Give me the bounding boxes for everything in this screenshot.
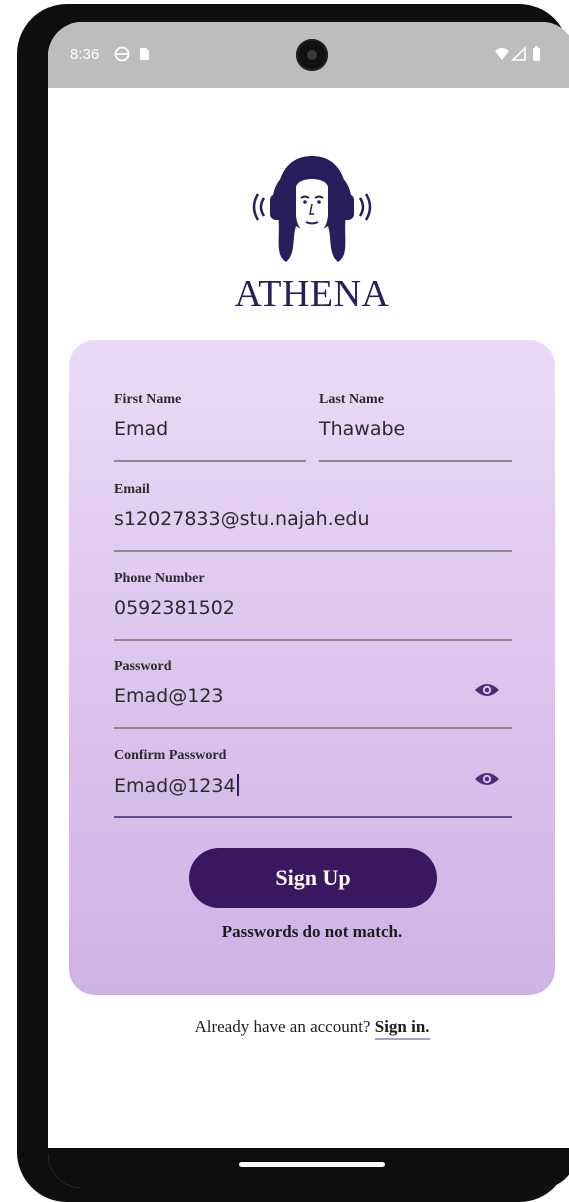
signal-icon: [511, 46, 526, 61]
password-underline: [114, 727, 512, 729]
signin-prompt: Already have an account? Sign in.: [48, 1017, 569, 1040]
first-name-field[interactable]: First Name Emad: [114, 392, 306, 462]
battery-icon: [533, 46, 540, 61]
sign-in-link[interactable]: Sign in.: [374, 1017, 430, 1040]
first-name-underline: [114, 460, 306, 462]
email-field[interactable]: Email s12027833@stu.najah.edu: [114, 482, 512, 552]
confirm-password-label: Confirm Password: [114, 748, 227, 763]
eye-icon[interactable]: [474, 770, 500, 788]
phone-field[interactable]: Phone Number 0592381502: [114, 571, 512, 641]
last-name-label: Last Name: [319, 392, 384, 407]
confirm-password-input[interactable]: Emad@1234: [114, 774, 239, 797]
confirm-password-underline: [114, 816, 512, 818]
first-name-label: First Name: [114, 392, 182, 407]
password-input[interactable]: Emad@123: [114, 685, 223, 707]
password-label: Password: [114, 659, 172, 674]
vpn-icon: [114, 46, 130, 62]
status-time: 8:36: [70, 46, 100, 63]
wifi-icon: [495, 48, 509, 60]
last-name-input[interactable]: Thawabe: [319, 418, 405, 440]
device-frame: 8:36 ATHENA First Name Emad Last Name Th…: [17, 4, 569, 1202]
navigation-bar: [48, 1148, 569, 1188]
text-cursor: [236, 774, 239, 796]
athena-headphones-icon: [252, 156, 372, 262]
sim-card-icon: [140, 48, 149, 60]
email-underline: [114, 550, 512, 552]
signup-form-card: First Name Emad Last Name Thawabe Email …: [69, 340, 555, 995]
error-message: Passwords do not match.: [221, 922, 403, 941]
email-input[interactable]: s12027833@stu.najah.edu: [114, 508, 370, 530]
phone-underline: [114, 639, 512, 641]
signin-prompt-text: Already have an account?: [194, 1017, 371, 1036]
confirm-password-text: Emad@1234: [114, 775, 236, 797]
status-bar: 8:36: [48, 22, 569, 88]
screen: 8:36 ATHENA First Name Emad Last Name Th…: [48, 22, 569, 1188]
last-name-underline: [319, 460, 512, 462]
password-field[interactable]: Password Emad@123: [114, 659, 512, 729]
confirm-password-field[interactable]: Confirm Password Emad@1234: [114, 748, 512, 818]
eye-icon[interactable]: [474, 681, 500, 699]
phone-label: Phone Number: [114, 571, 205, 586]
front-camera: [296, 39, 328, 71]
last-name-field[interactable]: Last Name Thawabe: [319, 392, 512, 462]
phone-input[interactable]: 0592381502: [114, 597, 235, 619]
sign-up-button[interactable]: Sign Up: [189, 848, 437, 908]
home-gesture-handle[interactable]: [239, 1162, 385, 1167]
email-label: Email: [114, 482, 150, 497]
app-title: ATHENA: [234, 273, 390, 315]
first-name-input[interactable]: Emad: [114, 418, 168, 440]
